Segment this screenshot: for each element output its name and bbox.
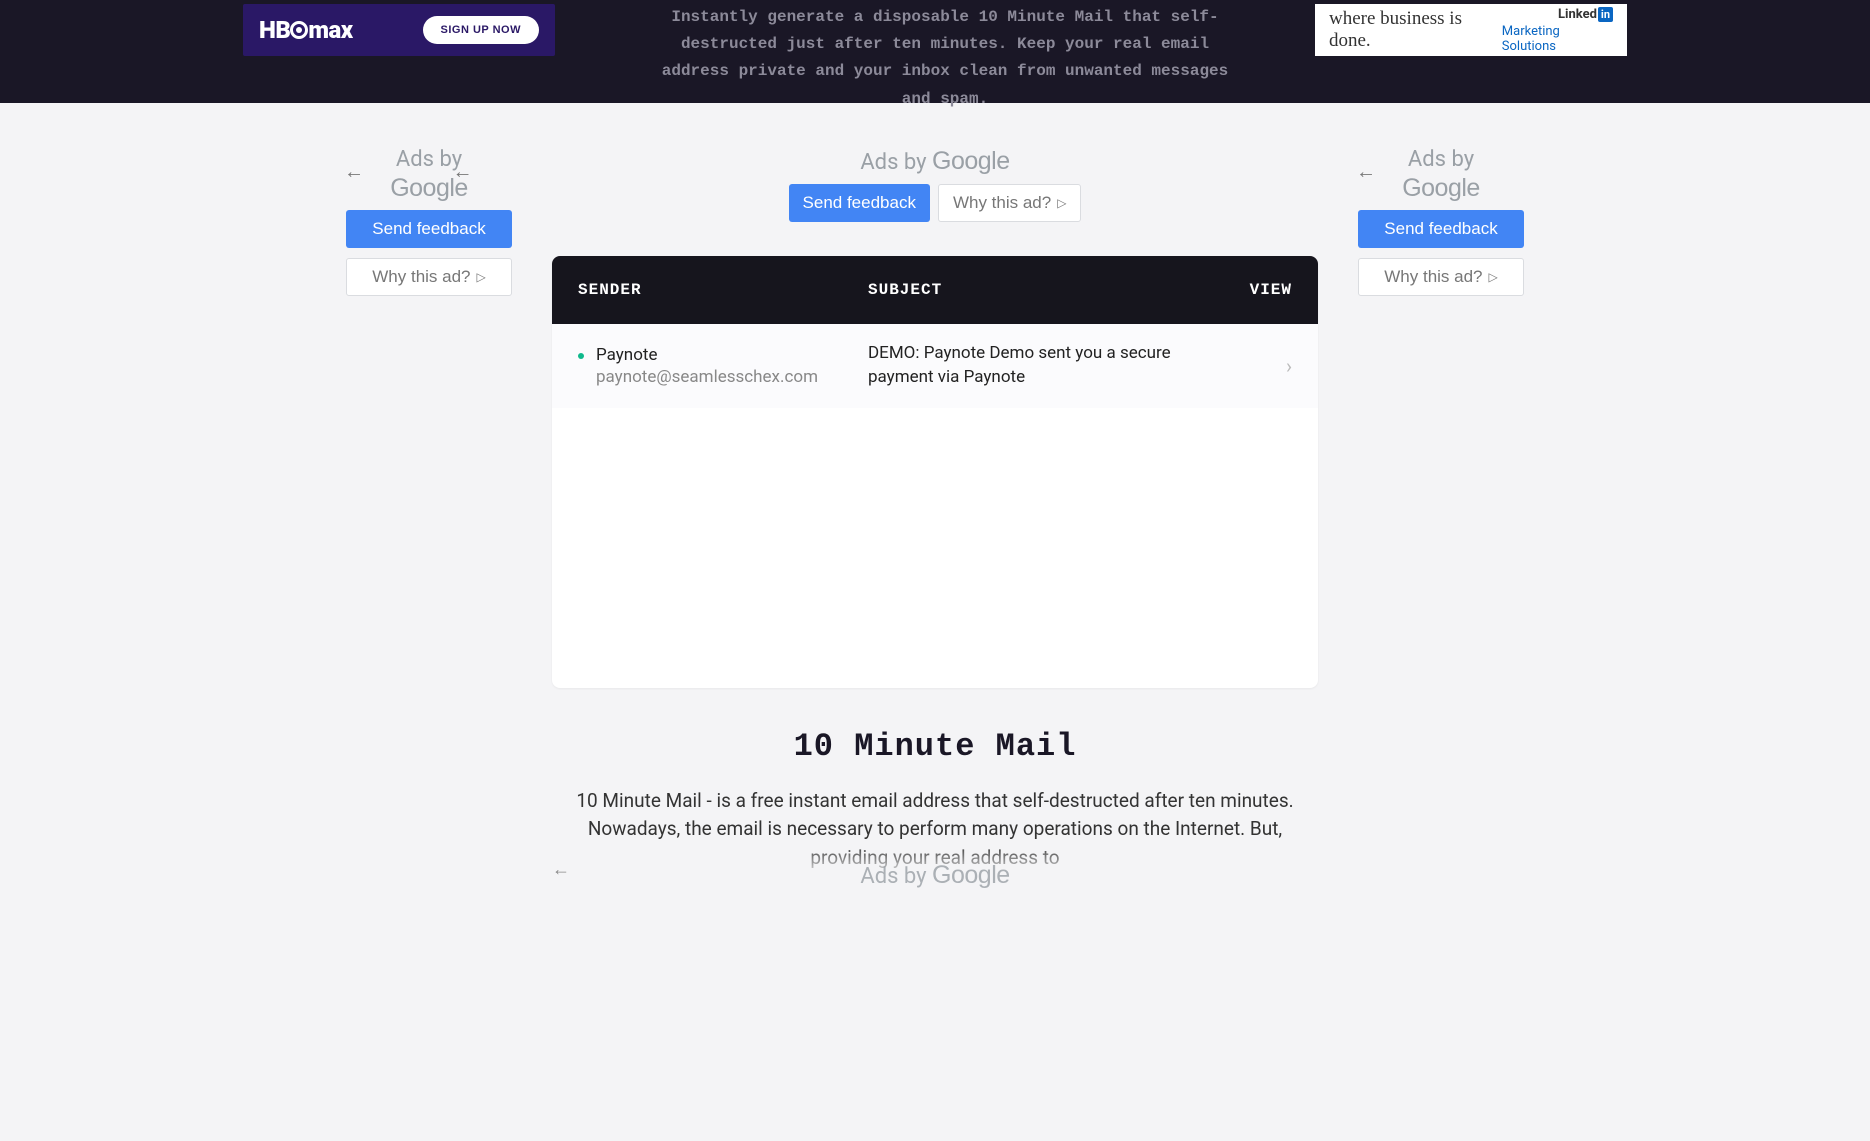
col-header-view: VIEW bbox=[1232, 281, 1292, 299]
send-feedback-button[interactable]: Send feedback bbox=[1358, 210, 1524, 248]
back-arrow-icon[interactable]: ← bbox=[552, 859, 570, 880]
adchoices-icon: ▷ bbox=[1489, 270, 1498, 284]
linkedin-tagline: where business is done. bbox=[1329, 8, 1502, 52]
back-arrow-icon[interactable]: ← bbox=[453, 159, 473, 184]
ads-by-label: Ads byGoogle bbox=[346, 147, 512, 204]
back-arrow-icon[interactable]: ← bbox=[344, 159, 364, 184]
linkedin-brand: Linkedin Marketing Solutions bbox=[1502, 7, 1613, 54]
inbox-header-row: SENDER SUBJECT VIEW bbox=[552, 256, 1318, 324]
chevron-right-icon[interactable]: › bbox=[1252, 354, 1292, 378]
inbox-row[interactable]: Paynote paynote@seamlesschex.com DEMO: P… bbox=[552, 324, 1318, 408]
left-ad-panel: ← Ads byGoogle Send feedback Why this ad… bbox=[346, 147, 512, 296]
col-header-subject: SUBJECT bbox=[868, 281, 1232, 299]
unread-dot-icon bbox=[578, 353, 584, 359]
why-this-ad-button[interactable]: Why this ad?▷ bbox=[1358, 258, 1524, 296]
sender-email: paynote@seamlesschex.com bbox=[596, 367, 818, 387]
right-ad-panel: ← Ads byGoogle Send feedback Why this ad… bbox=[1358, 147, 1524, 296]
why-this-ad-button[interactable]: Why this ad?▷ bbox=[346, 258, 512, 296]
ads-by-label: Ads byGoogle bbox=[1358, 147, 1524, 204]
why-this-ad-button[interactable]: Why this ad?▷ bbox=[938, 184, 1082, 222]
hbo-ad[interactable]: HBmax SIGN UP NOW bbox=[243, 4, 555, 56]
hero-header: HBmax SIGN UP NOW Instantly generate a d… bbox=[0, 0, 1870, 103]
linkedin-ad[interactable]: where business is done. Linkedin Marketi… bbox=[1315, 4, 1627, 56]
hbo-logo: HBmax bbox=[259, 16, 353, 44]
bottom-ad-partial: ← Ads by Google bbox=[552, 844, 1318, 890]
send-feedback-button[interactable]: Send feedback bbox=[789, 184, 930, 222]
sender-name: Paynote bbox=[596, 345, 818, 365]
ads-by-label: Ads by Google bbox=[860, 861, 1009, 890]
send-feedback-button[interactable]: Send feedback bbox=[346, 210, 512, 248]
inbox-panel: SENDER SUBJECT VIEW Paynote paynote@seam… bbox=[552, 256, 1318, 688]
center-ad-panel: ← Ads by Google Send feedback Why this a… bbox=[789, 147, 1082, 222]
back-arrow-icon[interactable]: ← bbox=[1356, 159, 1376, 184]
inbox-empty-area bbox=[552, 408, 1318, 688]
col-header-sender: SENDER bbox=[578, 281, 868, 299]
adchoices-icon: ▷ bbox=[1057, 196, 1066, 210]
about-title: 10 Minute Mail bbox=[552, 728, 1318, 765]
hero-description: Instantly generate a disposable 10 Minut… bbox=[655, 4, 1235, 113]
ads-by-label: Ads by Google bbox=[789, 147, 1082, 176]
mail-subject: DEMO: Paynote Demo sent you a secure pay… bbox=[868, 342, 1252, 390]
adchoices-icon: ▷ bbox=[477, 270, 486, 284]
signup-button[interactable]: SIGN UP NOW bbox=[423, 16, 539, 44]
